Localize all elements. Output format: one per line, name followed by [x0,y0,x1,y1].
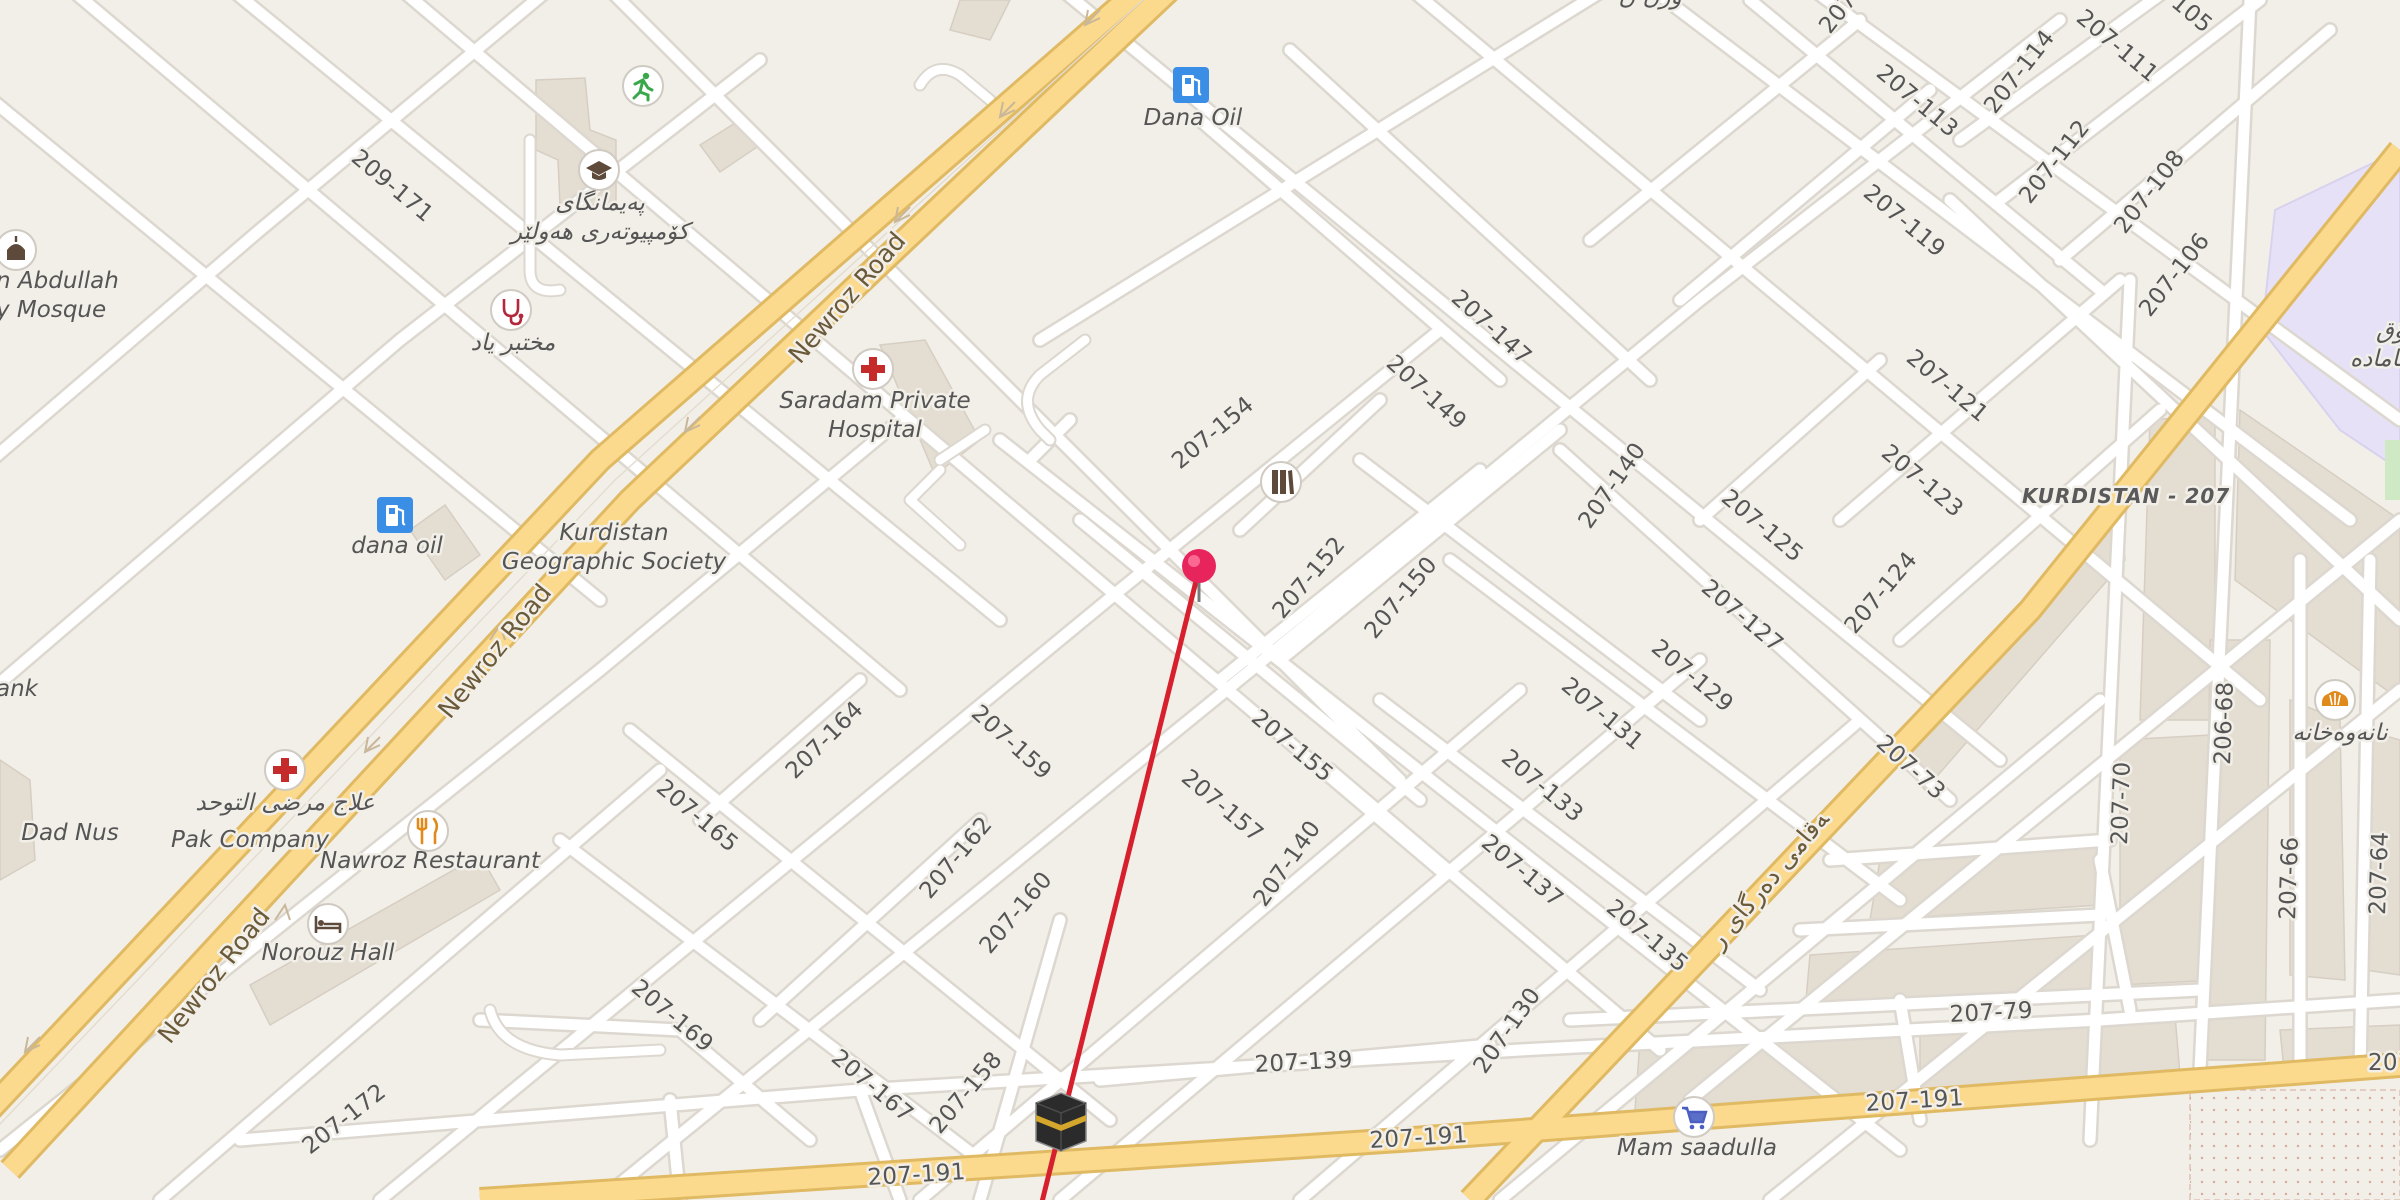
poi-label-hospital-line2[interactable]: Hospital [826,415,925,446]
street-label[interactable]: 207-139 [1251,1044,1355,1080]
poi-label-dana-oil-left[interactable]: dana oil [349,531,446,562]
stethoscope-icon[interactable] [490,289,532,331]
street-label[interactable]: 207- [2366,1048,2400,1079]
poi-label-restaurant[interactable]: Nawroz Restaurant [318,846,544,877]
street-label[interactable]: 207-64 [2363,829,2397,918]
hospital-cross-icon[interactable] [264,749,306,791]
street-label[interactable]: 207-70 [2105,759,2139,848]
poi-label-clinic[interactable]: علاج مرضى التوحد [193,788,377,819]
books-icon[interactable] [1260,461,1302,503]
street-label[interactable]: 207-79 [1946,995,2036,1030]
qibla-kaaba-icon[interactable] [1035,1092,1087,1152]
poi-label-geo-line2[interactable]: Geographic Society [499,547,729,578]
poi-label-pak-company[interactable]: Pak Company [168,825,331,856]
park-patch [2385,440,2400,500]
poi-label-geo-line1[interactable]: Kurdistan [557,518,671,549]
bed-icon[interactable] [307,903,349,945]
mosque-icon[interactable] [0,229,37,271]
poi-label-lab[interactable]: مختبر ياد [468,328,558,359]
poi-label-campus-line2[interactable]: ئامادە [2347,344,2400,375]
district-label[interactable]: KURDISTAN - 207 [2020,482,2232,511]
poi-label-campus-line1[interactable]: ۆق [2374,316,2400,347]
poi-label-mosque-line1[interactable]: n Abdullah [0,266,121,297]
poi-label-dana-oil[interactable]: Dana Oil [1141,103,1245,134]
poi-label-bakery[interactable]: نانەوەخانە [2290,718,2392,749]
fuel-icon[interactable] [1173,67,1209,103]
map-view[interactable]: Newroz Road Newroz Road Newroz Road شەقا… [0,0,2400,1200]
map-canvas[interactable]: Newroz Road Newroz Road Newroz Road شەقا… [0,0,2400,1200]
poi-label-dad-nus[interactable]: Dad Nus [19,818,121,849]
poi-label-hospital-line1[interactable]: Saradam Private [777,386,973,417]
poi-label-institute-line1[interactable]: پەیمانگای [553,187,648,219]
hospital-cross-icon[interactable] [852,348,894,390]
construction-area [2189,1089,2400,1200]
poi-label-bank[interactable]: ank [0,674,42,705]
graduation-cap-icon[interactable] [578,149,620,191]
fuel-icon[interactable] [377,497,413,533]
poi-label-top-rtl[interactable]: ورن ن [1616,0,1684,13]
street-label[interactable]: 207-66 [2273,834,2307,923]
street-label[interactable]: 206-68 [2208,679,2242,768]
restaurant-icon[interactable] [407,810,449,852]
running-icon[interactable] [622,65,664,107]
shopping-cart-icon[interactable] [1673,1096,1715,1138]
bakery-icon[interactable] [2314,679,2356,721]
poi-label-mosque-line2[interactable]: y Mosque [0,295,109,326]
poi-label-institute-line2[interactable]: کۆمپیوتەری ھەولێر [505,217,696,248]
poi-label-mam-saadulla[interactable]: Mam saadulla [1615,1133,1780,1164]
